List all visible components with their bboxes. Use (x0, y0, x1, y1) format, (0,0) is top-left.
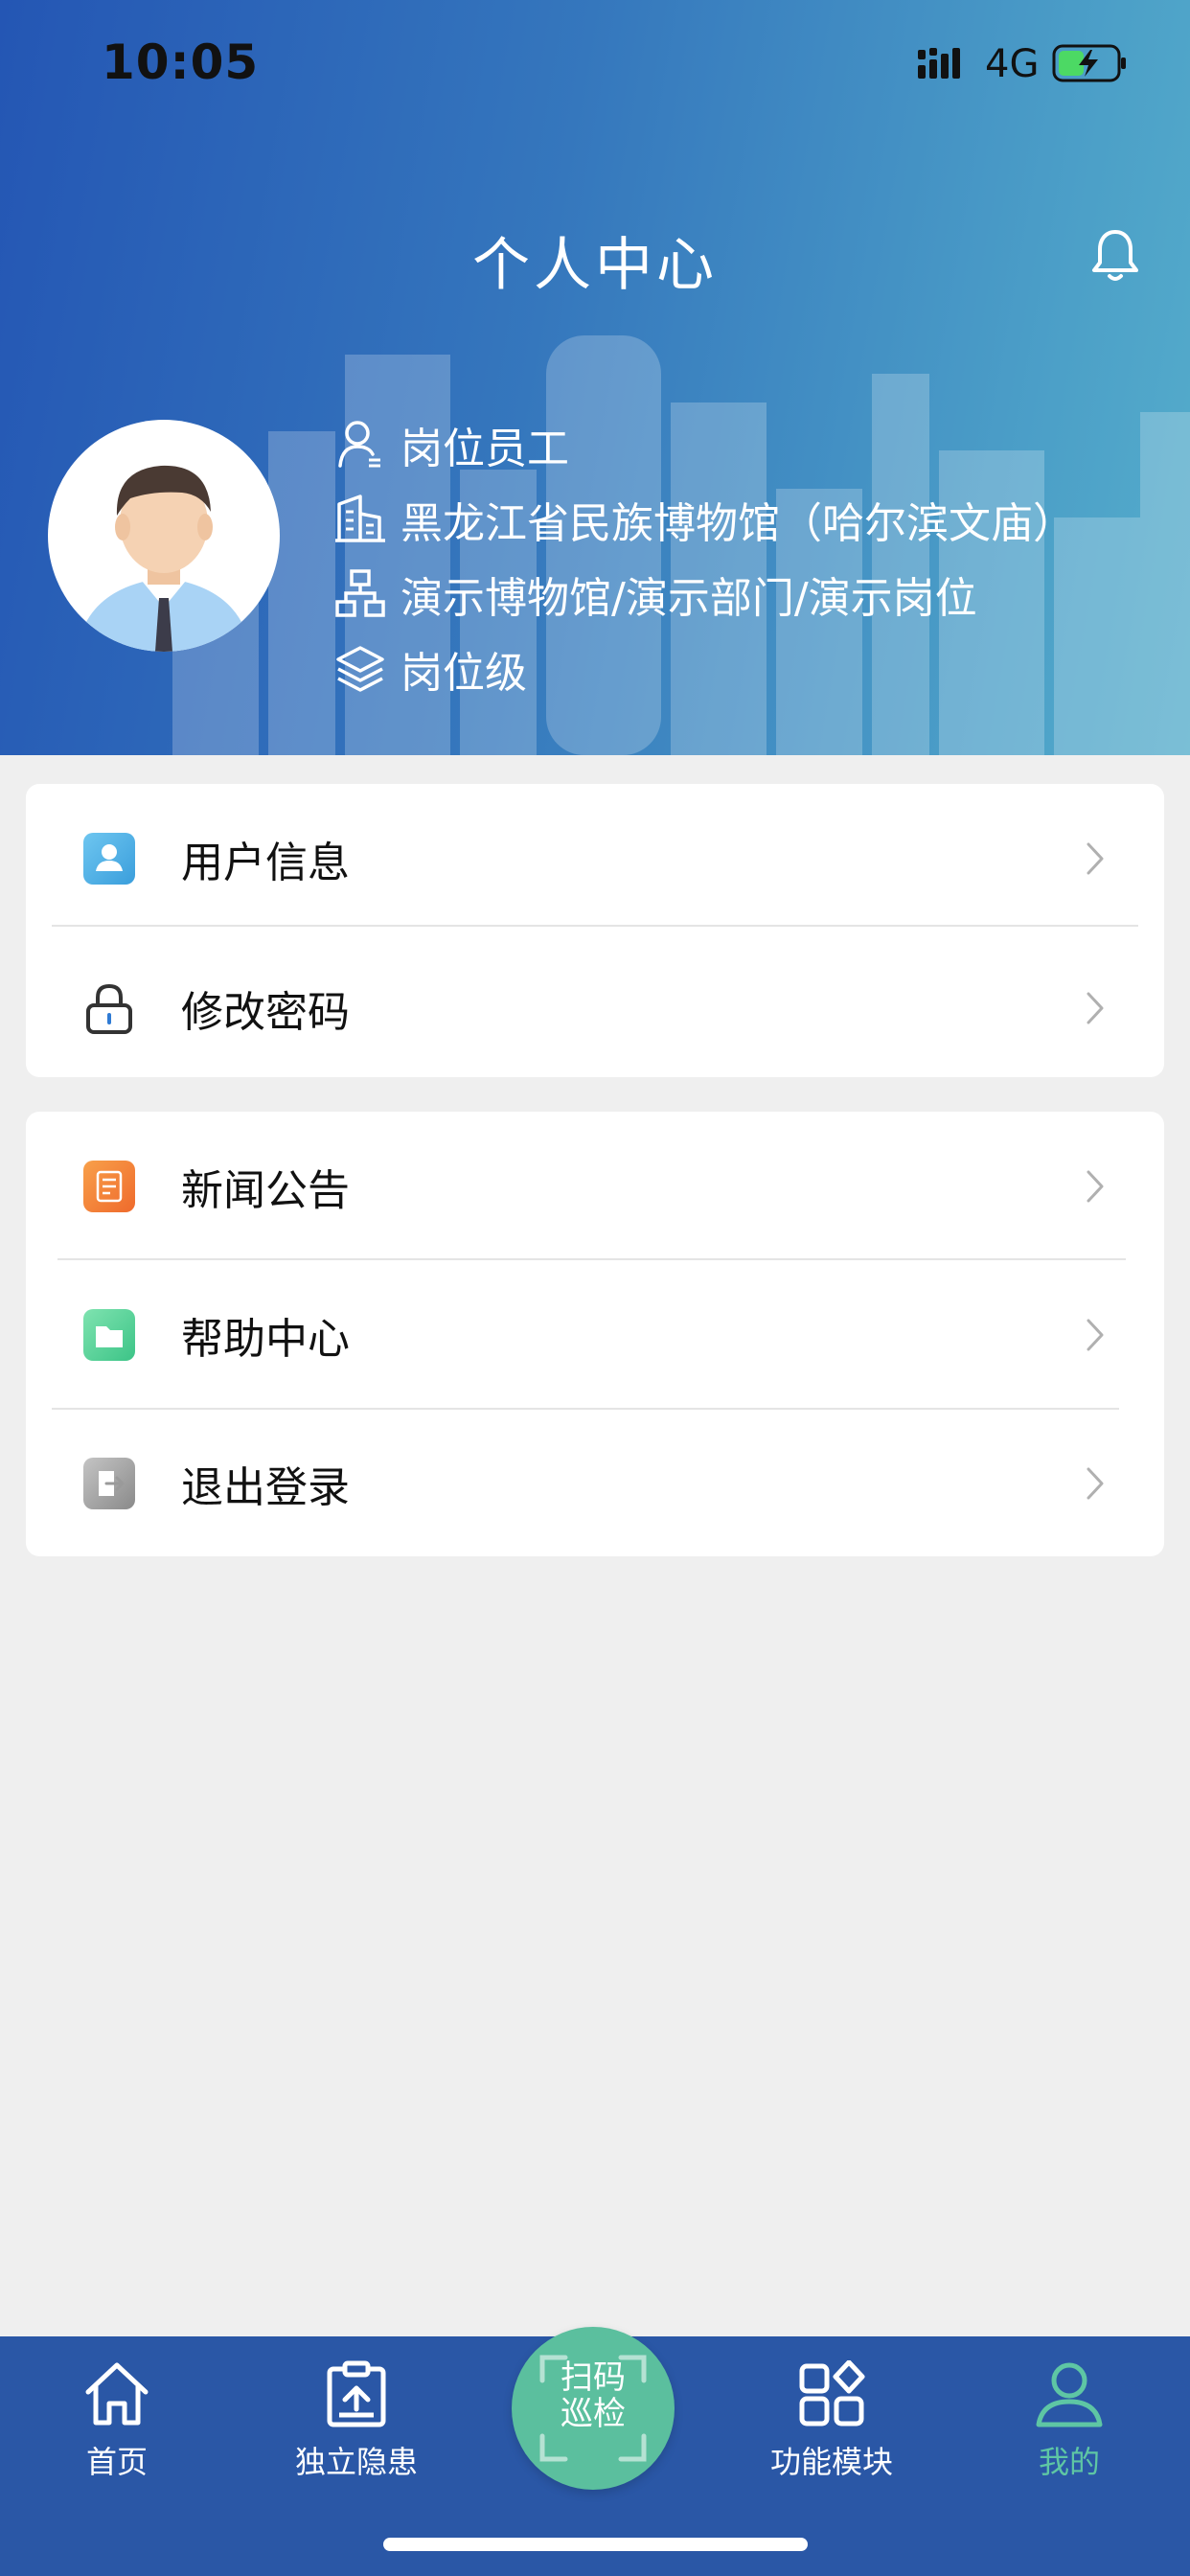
menu-item-help[interactable]: 帮助中心 (26, 1260, 1164, 1409)
account-menu-card: 用户信息 修改密码 (26, 784, 1164, 1077)
scan-label-line2: 巡检 (561, 2395, 626, 2433)
chevron-right-icon (1087, 992, 1104, 1024)
avatar[interactable] (48, 420, 280, 652)
battery-charging-icon (1052, 44, 1126, 82)
home-indicator[interactable] (383, 2538, 808, 2551)
menu-label: 退出登录 (181, 1462, 350, 1512)
tab-label: 首页 (85, 2444, 148, 2480)
menu-item-logout[interactable]: 退出登录 (26, 1409, 1164, 1557)
chevron-right-icon (1087, 842, 1104, 874)
network-type: 4G (985, 42, 1040, 86)
tab-label: 功能模块 (769, 2444, 893, 2480)
scan-label: 扫码 巡检 (512, 2359, 675, 2432)
layers-icon (333, 642, 387, 696)
profile-icon (1036, 2362, 1103, 2427)
scan-label-line1: 扫码 (561, 2358, 626, 2397)
lock-icon (83, 982, 135, 1034)
bell-icon[interactable] (1090, 228, 1140, 284)
menu-label: 修改密码 (181, 987, 350, 1037)
person-icon (333, 418, 387, 472)
profile-department-path: 演示博物馆/演示部门/演示岗位 (400, 574, 977, 623)
profile-level: 岗位级 (400, 649, 527, 698)
profile-dept-row: 演示博物馆/演示部门/演示岗位 (333, 564, 977, 625)
org-structure-icon (333, 567, 387, 621)
building-icon (333, 493, 387, 546)
tab-mine[interactable]: 我的 (973, 2336, 1165, 2482)
tab-label: 我的 (1038, 2444, 1100, 2480)
menu-item-news[interactable]: 新闻公告 (26, 1112, 1164, 1260)
status-time: 10:05 (102, 34, 260, 90)
profile-org-row: 黑龙江省民族博物馆（哈尔滨文庙） (333, 489, 1075, 550)
tab-modules[interactable]: 功能模块 (736, 2336, 927, 2482)
profile-level-row: 岗位级 (333, 638, 527, 700)
profile-role-row: 岗位员工 (333, 414, 569, 475)
clipboard-upload-icon (327, 2360, 386, 2427)
general-menu-card: 新闻公告 帮助中心 退出登录 (26, 1112, 1164, 1556)
menu-label: 帮助中心 (181, 1314, 350, 1364)
divider (52, 925, 1138, 927)
logout-icon (83, 1457, 135, 1509)
news-icon (83, 1160, 135, 1212)
menu-label: 新闻公告 (181, 1165, 350, 1215)
chevron-right-icon (1087, 1170, 1104, 1202)
tab-label: 独立隐患 (294, 2444, 418, 2480)
avatar-man-icon (77, 465, 251, 652)
chevron-right-icon (1087, 1467, 1104, 1499)
tab-home[interactable]: 首页 (21, 2336, 213, 2482)
tab-hazards[interactable]: 独立隐患 (261, 2336, 452, 2482)
profile-organization: 黑龙江省民族博物馆（哈尔滨文庙） (400, 499, 1075, 548)
signal-icon (918, 48, 960, 79)
help-icon (83, 1308, 135, 1361)
profile-header: 10:05 4G 个人中心 岗位员工 黑龙江省民族博物馆（哈尔滨文庙） 演示博物… (0, 0, 1190, 755)
profile-role: 岗位员工 (400, 425, 569, 473)
menu-item-user-info[interactable]: 用户信息 (26, 784, 1164, 932)
user-info-icon (83, 832, 135, 885)
menu-item-change-password[interactable]: 修改密码 (26, 933, 1164, 1082)
scan-inspection-button[interactable]: 扫码 巡检 (512, 2327, 675, 2490)
home-icon (85, 2362, 149, 2426)
page-title: 个人中心 (472, 232, 718, 299)
chevron-right-icon (1087, 1319, 1104, 1350)
menu-label: 用户信息 (181, 838, 350, 887)
modules-grid-icon (799, 2360, 865, 2426)
